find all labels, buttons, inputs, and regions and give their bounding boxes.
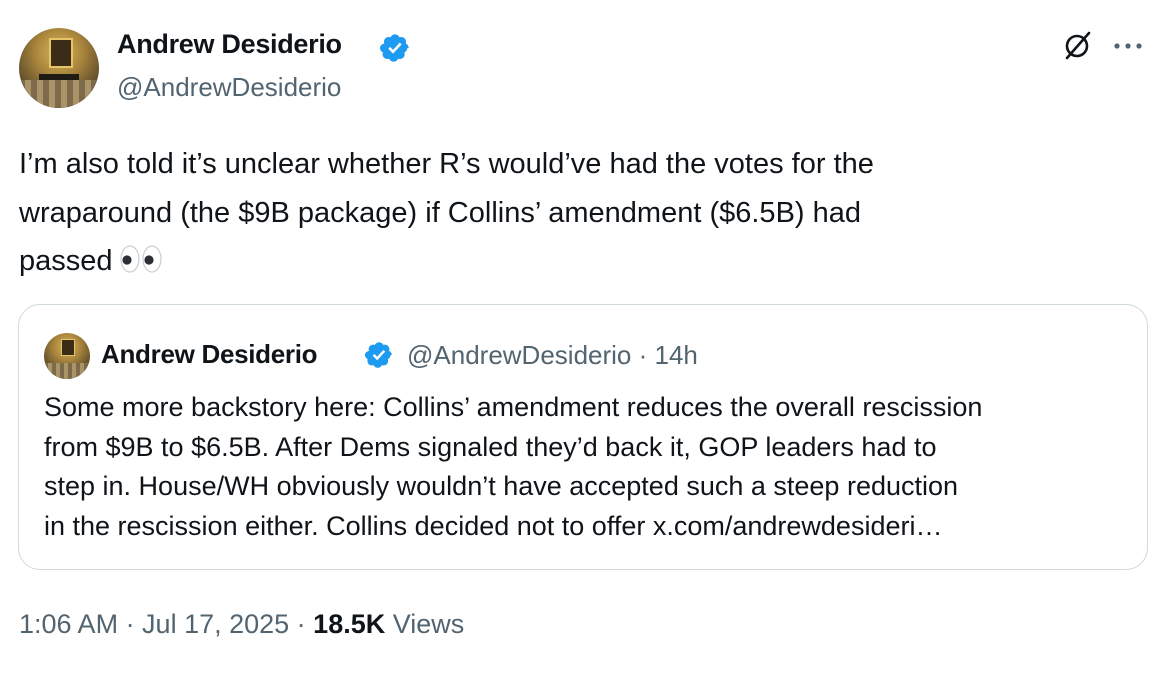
tweet-body: I’m also told it’s unclear whether R’s w… <box>19 140 1129 286</box>
verified-badge-icon <box>364 342 392 368</box>
quoted-handle-and-time[interactable]: @AndrewDesiderio · 14h <box>407 340 698 371</box>
verified-badge-icon <box>380 34 409 62</box>
tweet-card: Andrew Desiderio @AndrewDesiderio I’m al… <box>0 0 1164 674</box>
views-count: 18.5K <box>313 609 386 639</box>
quoted-author-display-name[interactable]: Andrew Desiderio <box>101 339 318 370</box>
author-handle[interactable]: @AndrewDesiderio <box>117 72 341 103</box>
quoted-tweet-card[interactable]: Andrew Desiderio @AndrewDesiderio · 14h … <box>18 304 1148 570</box>
quoted-tweet-text: Some more backstory here: Collins’ amend… <box>44 392 983 541</box>
author-avatar[interactable] <box>19 28 99 108</box>
eyes-emoji <box>119 245 162 273</box>
views-label: Views <box>385 609 465 639</box>
avatar-portrait-detail <box>49 38 73 68</box>
avatar-portrait-detail <box>61 339 75 356</box>
quoted-author-avatar[interactable] <box>44 333 90 379</box>
tweet-timestamp[interactable]: 1:06 AM · Jul 17, 2025 · <box>19 609 313 639</box>
author-display-name[interactable]: Andrew Desiderio <box>117 29 342 60</box>
avatar-floor-detail <box>44 363 90 379</box>
avatar-floor-detail <box>19 80 99 108</box>
more-options-icon[interactable] <box>1111 36 1145 56</box>
tweet-meta: 1:06 AM · Jul 17, 2025 · 18.5K Views <box>19 609 464 640</box>
grok-icon[interactable] <box>1062 29 1094 61</box>
